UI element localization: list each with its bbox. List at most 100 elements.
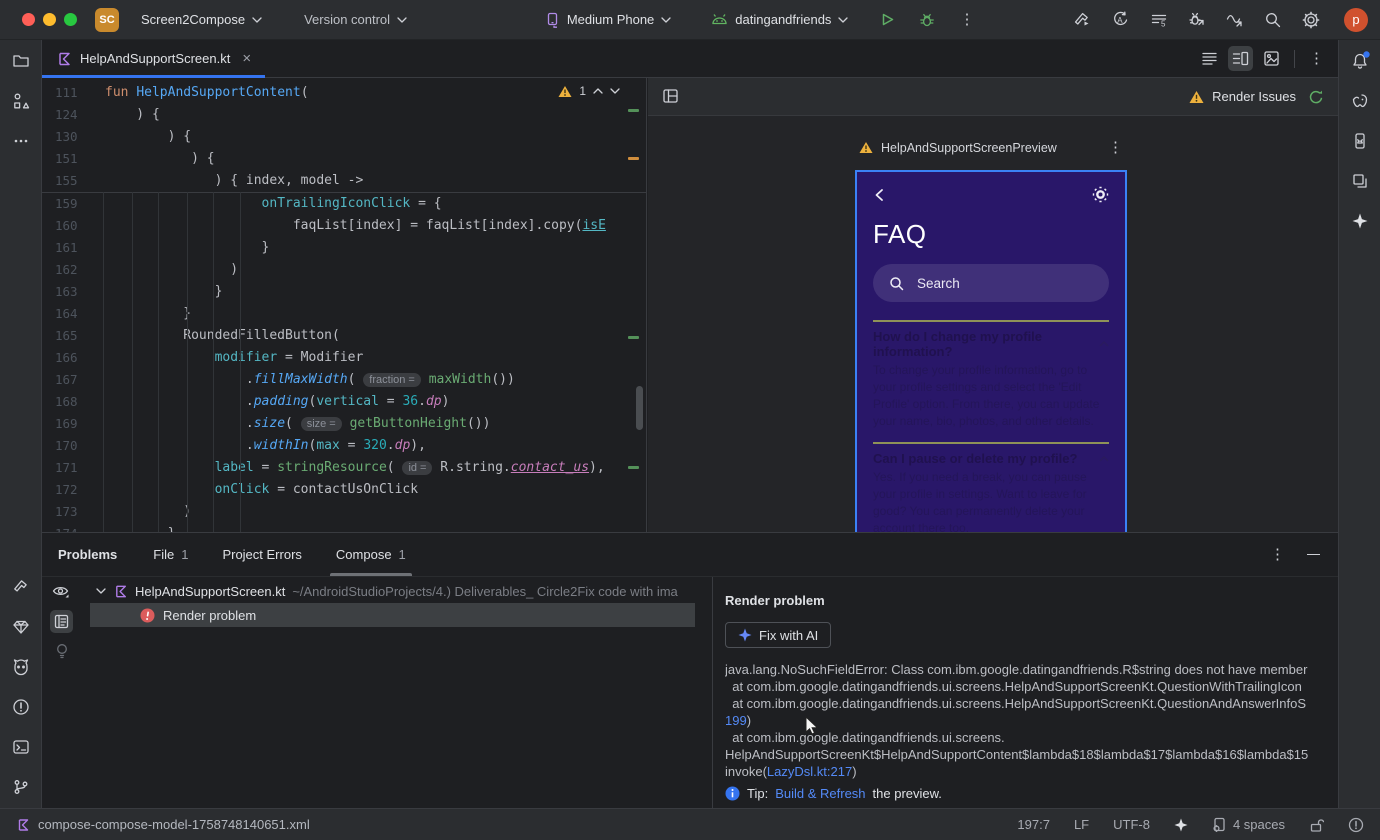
tool-window-title[interactable]: Problems <box>58 547 117 562</box>
split-view-button[interactable] <box>1228 46 1253 71</box>
settings-gear-icon[interactable] <box>1302 11 1320 29</box>
refresh-preview-icon[interactable] <box>1308 89 1324 105</box>
code-editor[interactable]: 111 fun HelpAndSupportContent(124 ) {130 … <box>42 78 647 532</box>
faq-list: How do I change my profile information? T… <box>873 320 1109 532</box>
vcs-menu[interactable]: Version control <box>296 8 415 31</box>
status-file[interactable]: compose-compose-model-1758748140651.xml <box>16 817 310 832</box>
line-number: 155 <box>55 173 78 188</box>
preview-more-options-icon[interactable]: ⋮ <box>1108 140 1123 155</box>
stripe-mark-warning[interactable] <box>628 157 639 160</box>
quick-fix-bulb-icon[interactable] <box>55 643 69 659</box>
app-quality-insights-icon[interactable] <box>12 618 30 636</box>
design-view-icon[interactable] <box>1263 50 1280 67</box>
project-menu[interactable]: Screen2Compose <box>133 8 270 31</box>
run-button[interactable] <box>872 8 903 31</box>
avatar[interactable]: p <box>1344 7 1368 32</box>
logcat-icon[interactable] <box>12 658 30 676</box>
line-separator[interactable]: LF <box>1074 817 1089 832</box>
phone-preview[interactable]: FAQ Search How do I change my profile in… <box>855 170 1127 532</box>
stack-trace-line: at com.ibm.google.datingandfriends.ui.sc… <box>725 696 1307 711</box>
hide-panel-icon[interactable] <box>1307 553 1320 556</box>
terminal-icon[interactable] <box>12 738 30 756</box>
stripe-mark-green[interactable] <box>628 336 639 339</box>
build-icon[interactable] <box>1074 11 1092 29</box>
code-view-icon[interactable] <box>1201 50 1218 67</box>
indent-setting[interactable]: 4 spaces <box>1212 817 1285 832</box>
file-encoding[interactable]: UTF-8 <box>1113 817 1150 832</box>
project-folder-icon[interactable] <box>12 52 30 70</box>
faq-search-bar[interactable]: Search <box>873 264 1109 302</box>
notifications-bell-icon[interactable] <box>1351 51 1370 70</box>
ai-spark-icon[interactable] <box>1174 818 1188 832</box>
profiler-icon[interactable] <box>1226 11 1244 29</box>
caret-position[interactable]: 197:7 <box>1017 817 1050 832</box>
stripe-mark-green[interactable] <box>628 109 639 112</box>
close-tab-icon[interactable]: × <box>242 50 251 67</box>
trace-link[interactable]: 199 <box>725 713 747 728</box>
inspections-widget[interactable]: 1 <box>558 84 620 98</box>
code-line[interactable]: 155 ) { index, model -> <box>42 170 646 193</box>
tab-compose[interactable]: Compose 1 <box>329 533 412 576</box>
faq-answer: To change your profile information, go t… <box>873 363 1100 428</box>
faq-question-row[interactable]: Can I pause or delete my profile? <box>873 451 1109 466</box>
version-control-icon[interactable] <box>12 778 30 796</box>
more-run-actions-button[interactable]: ⋮ <box>951 8 982 31</box>
debug-button[interactable] <box>911 8 943 32</box>
render-problem-row[interactable]: Render problem <box>42 603 712 627</box>
chevron-down-icon <box>397 16 407 23</box>
stripe-mark-green[interactable] <box>628 466 639 469</box>
render-issues-button[interactable]: Render Issues <box>1189 89 1296 104</box>
fix-with-ai-button[interactable]: Fix with AI <box>725 622 832 648</box>
editor-tab[interactable]: HelpAndSupportScreen.kt × <box>42 40 266 78</box>
device-selector-label: Medium Phone <box>566 12 655 27</box>
sync-project-icon[interactable]: A <box>1112 11 1130 29</box>
stack-trace-line: java.lang.NoSuchFieldError: Class com.ib… <box>725 662 1308 677</box>
faq-question: How do I change my profile information? <box>873 329 1043 359</box>
preview-card-header[interactable]: HelpAndSupportScreenPreview ⋮ <box>855 140 1127 155</box>
structure-icon[interactable] <box>12 92 30 110</box>
chevron-up-icon[interactable] <box>593 88 603 94</box>
close-window-button[interactable] <box>22 13 35 26</box>
mouse-cursor <box>805 716 819 735</box>
device-manager-icon[interactable] <box>1351 172 1369 190</box>
minimize-window-button[interactable] <box>43 13 56 26</box>
code-line[interactable]: 111 fun HelpAndSupportContent( <box>42 82 646 104</box>
back-icon[interactable] <box>873 188 885 202</box>
editor-more-options-icon[interactable]: ⋮ <box>1309 51 1324 66</box>
chevron-down-icon[interactable] <box>610 88 620 94</box>
gradle-icon[interactable] <box>1351 92 1369 110</box>
run-configuration-label: datingandfriends <box>735 12 832 27</box>
running-devices-icon[interactable] <box>1351 132 1369 150</box>
build-refresh-link[interactable]: Build & Refresh <box>775 786 865 801</box>
ui-check-mode-icon[interactable] <box>662 88 679 105</box>
tab-file[interactable]: File 1 <box>147 533 194 576</box>
problems-file-row[interactable]: HelpAndSupportScreen.kt ~/AndroidStudioP… <box>42 579 712 603</box>
line-number: 164 <box>55 306 78 321</box>
unlocked-icon[interactable] <box>1309 817 1324 833</box>
line-number: 168 <box>55 394 78 409</box>
editor-scrollbar[interactable] <box>636 386 643 430</box>
trace-link[interactable]: LazyDsl.kt:217 <box>767 764 852 779</box>
problems-tab-bar: Problems File 1 Project Errors Compose 1 ⋮ <box>42 533 1338 577</box>
device-selector[interactable]: Medium Phone <box>537 8 679 32</box>
build-variants-icon[interactable]: 5 <box>1150 11 1168 29</box>
settings-gear-icon[interactable] <box>1092 186 1109 203</box>
search-icon[interactable] <box>1264 11 1282 29</box>
issue-indicator-icon[interactable] <box>1348 817 1364 833</box>
code-line[interactable]: 124 ) { <box>42 104 646 126</box>
build-tool-icon[interactable] <box>12 578 30 596</box>
tab-project-errors[interactable]: Project Errors <box>216 533 307 576</box>
stack-trace-line: HelpAndSupportScreenKt$HelpAndSupportCon… <box>725 747 1309 762</box>
faq-question: Can I pause or delete my profile? <box>873 451 1078 466</box>
error-icon <box>140 608 155 622</box>
more-tool-windows-icon[interactable] <box>12 132 30 150</box>
run-configuration-selector[interactable]: datingandfriends <box>703 8 856 31</box>
attach-debugger-icon[interactable] <box>1188 11 1206 29</box>
zoom-window-button[interactable] <box>64 13 77 26</box>
problems-tool-icon[interactable] <box>12 698 30 716</box>
gemini-icon[interactable] <box>1351 212 1369 230</box>
code-line[interactable]: 130 ) { <box>42 126 646 148</box>
panel-more-options-icon[interactable]: ⋮ <box>1270 547 1285 562</box>
faq-question-row[interactable]: How do I change my profile information? <box>873 329 1109 359</box>
code-line[interactable]: 151 ) { <box>42 148 646 170</box>
